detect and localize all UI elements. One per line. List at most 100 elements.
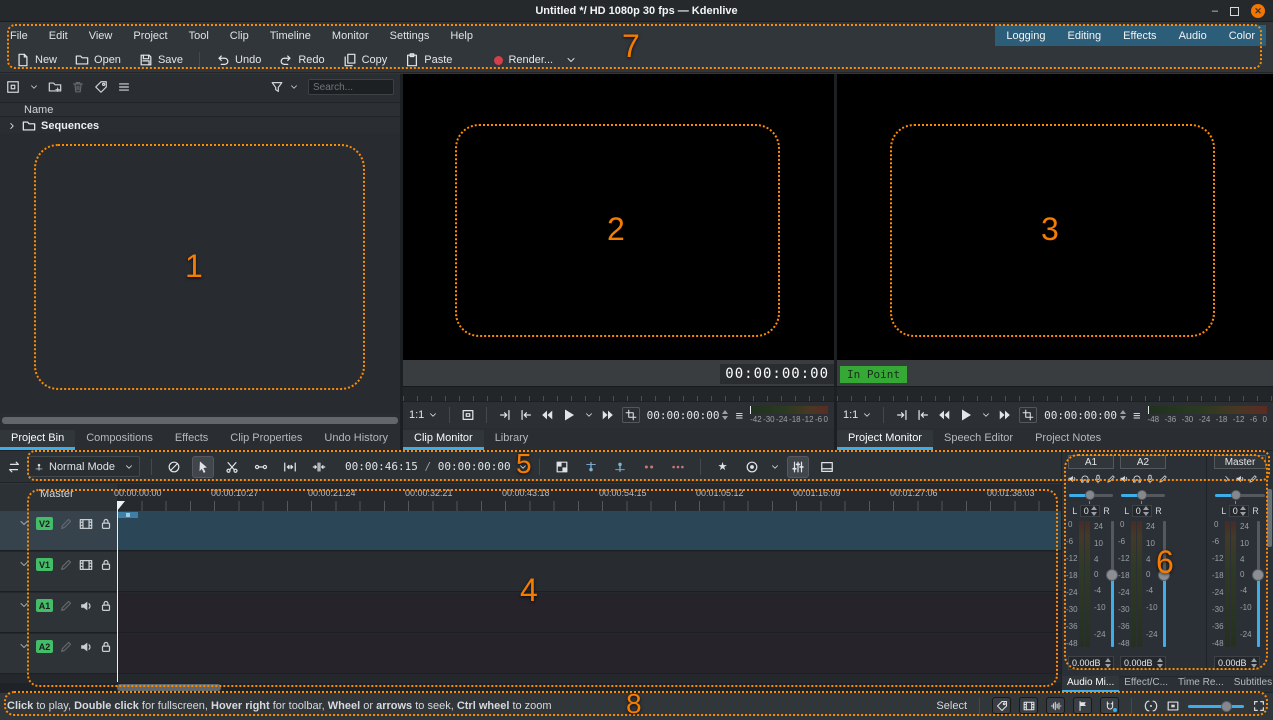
slip-tool-button[interactable] (250, 456, 272, 478)
pan-spinbox[interactable]: 0 (1132, 505, 1152, 517)
fit-timeline-icon[interactable] (1166, 699, 1180, 713)
effects-icon[interactable] (1158, 474, 1168, 484)
track-badge[interactable]: V1 (36, 558, 53, 571)
play-icon[interactable] (958, 407, 974, 423)
monitor-menu-icon[interactable]: ≡ (1133, 408, 1141, 423)
volume-fader[interactable] (1252, 569, 1264, 581)
timeline-zone-bar[interactable] (118, 512, 138, 518)
workspace-audio[interactable]: Audio (1168, 30, 1218, 42)
menu-project[interactable]: Project (133, 30, 167, 42)
audio-track-icon[interactable] (79, 599, 93, 613)
timeline-position[interactable]: 00:00:46:15 / 00:00:00:00 (345, 460, 511, 473)
paste-button[interactable]: Paste (399, 51, 458, 69)
solo-icon[interactable] (1132, 474, 1142, 484)
collapse-track-icon[interactable] (18, 599, 30, 611)
bin-menu-icon[interactable] (117, 80, 131, 94)
favorite-effects-button[interactable]: ★ (712, 456, 734, 478)
track-effects-icon[interactable] (59, 558, 73, 572)
menu-monitor[interactable]: Monitor (332, 30, 369, 42)
balance-slider[interactable] (1118, 488, 1168, 504)
track-lane-a2[interactable] (117, 634, 1061, 674)
menu-clip[interactable]: Clip (230, 30, 249, 42)
tab-time-remapping[interactable]: Time Re... (1173, 676, 1229, 692)
track-header-a2[interactable]: A2 (0, 634, 117, 674)
workspace-editing[interactable]: Editing (1056, 30, 1112, 42)
multicam-tool-button[interactable] (163, 456, 185, 478)
pan-spinbox[interactable]: 0 (1229, 505, 1249, 517)
mix-clips-button[interactable] (551, 456, 573, 478)
track-effects-icon[interactable] (59, 599, 73, 613)
audio-thumbnails-toggle[interactable] (1046, 697, 1065, 714)
menu-timeline[interactable]: Timeline (270, 30, 311, 42)
zone-mode-button[interactable] (1019, 407, 1037, 423)
timeline-horizontal-scrollbar[interactable] (117, 684, 221, 691)
record-dropdown-icon[interactable] (770, 462, 780, 472)
solo-icon[interactable] (1080, 474, 1090, 484)
overwrite-zone-button[interactable] (609, 456, 631, 478)
play-icon[interactable] (561, 407, 577, 423)
expander-icon[interactable] (7, 121, 17, 131)
set-out-point-icon[interactable] (916, 408, 930, 422)
play-options-icon[interactable] (584, 410, 594, 420)
subtitle-button[interactable] (816, 456, 838, 478)
extract-zone-button[interactable] (638, 456, 660, 478)
close-button[interactable]: ✕ (1251, 4, 1265, 18)
project-monitor-seek-ruler[interactable] (837, 386, 1273, 401)
clip-monitor-seek-ruler[interactable] (403, 386, 834, 401)
track-badge[interactable]: A1 (36, 599, 53, 612)
tab-clip-properties[interactable]: Clip Properties (219, 430, 313, 450)
workspace-color[interactable]: Color (1218, 30, 1266, 42)
tab-undo-history[interactable]: Undo History (313, 430, 399, 450)
menu-edit[interactable]: Edit (49, 30, 68, 42)
expand-channel-icon[interactable] (1222, 474, 1232, 484)
tab-audio-mixer[interactable]: Audio Mi... (1062, 676, 1119, 692)
insert-zone-button[interactable] (580, 456, 602, 478)
project-monitor-video[interactable] (837, 74, 1273, 360)
tab-project-bin[interactable]: Project Bin (0, 430, 75, 450)
spacer-tool-button[interactable] (279, 456, 301, 478)
menu-settings[interactable]: Settings (390, 30, 430, 42)
lock-icon[interactable] (99, 558, 113, 572)
volume-fader[interactable] (1158, 569, 1170, 581)
bin-column-header[interactable]: Name (0, 102, 400, 117)
undo-button[interactable]: Undo (210, 51, 267, 69)
video-thumbnails-toggle[interactable] (1019, 697, 1038, 714)
mute-icon[interactable] (1119, 474, 1129, 484)
tab-library[interactable]: Library (484, 430, 540, 450)
effects-icon[interactable] (1248, 474, 1258, 484)
edit-mode-select[interactable]: Normal Mode (28, 456, 140, 477)
menu-view[interactable]: View (89, 30, 113, 42)
timeline-zoom-slider[interactable] (1188, 700, 1244, 712)
create-folder-icon[interactable] (48, 80, 62, 94)
open-button[interactable]: Open (69, 51, 127, 69)
maximize-button[interactable] (1230, 7, 1239, 16)
track-lane-a1[interactable] (117, 593, 1061, 633)
balance-slider[interactable] (1066, 488, 1116, 504)
collapse-track-icon[interactable] (18, 517, 30, 529)
timeline-ruler[interactable]: Master 00:00:00:00 00:00:10:27 00:00:21:… (0, 484, 1061, 511)
lock-icon[interactable] (99, 640, 113, 654)
new-button[interactable]: New (10, 51, 63, 69)
clip-monitor-zoom-select[interactable]: 1:1 (409, 409, 438, 421)
track-badge[interactable]: V2 (36, 517, 53, 530)
search-input[interactable] (308, 79, 394, 95)
tab-compositions[interactable]: Compositions (75, 430, 164, 450)
filter-dropdown-icon[interactable] (289, 82, 299, 92)
video-track-icon[interactable] (79, 517, 93, 531)
mute-icon[interactable] (1067, 474, 1077, 484)
set-out-point-icon[interactable] (519, 408, 533, 422)
clip-monitor-timecode[interactable]: 00:00:00:00 (647, 409, 729, 422)
timeline-options-icon[interactable] (7, 460, 21, 474)
record-button[interactable] (741, 456, 763, 478)
tag-icon[interactable] (94, 80, 108, 94)
audio-mixer-toggle-button[interactable] (787, 456, 809, 478)
workspace-logging[interactable]: Logging (995, 30, 1056, 42)
save-button[interactable]: Save (133, 51, 189, 69)
tab-project-monitor[interactable]: Project Monitor (837, 430, 933, 450)
set-in-point-icon[interactable] (498, 408, 512, 422)
add-clip-dropdown-icon[interactable] (29, 82, 39, 92)
balance-slider[interactable] (1212, 488, 1268, 504)
effects-icon[interactable] (1106, 474, 1116, 484)
track-effects-icon[interactable] (59, 517, 73, 531)
track-header-v1[interactable]: V1 (0, 552, 117, 592)
